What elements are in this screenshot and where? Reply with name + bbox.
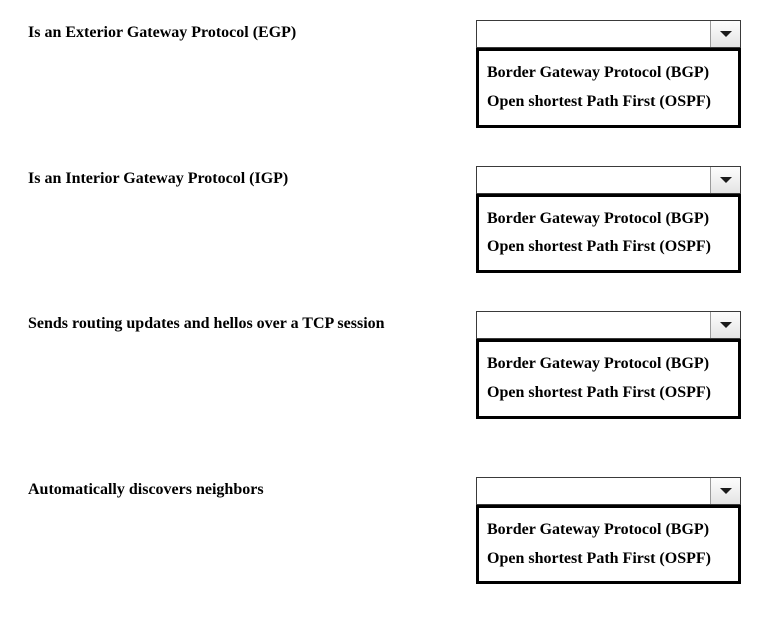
dropdown-button[interactable]	[710, 21, 740, 47]
protocol-select[interactable]	[476, 20, 741, 48]
chevron-down-icon	[719, 487, 733, 495]
question-row: Sends routing updates and hellos over a …	[28, 311, 738, 419]
question-prompt: Sends routing updates and hellos over a …	[28, 311, 476, 333]
option-item[interactable]: Open shortest Path First (OSPF)	[487, 545, 730, 574]
dropdown-button[interactable]	[710, 478, 740, 504]
question-row: Is an Interior Gateway Protocol (IGP) Bo…	[28, 166, 738, 274]
select-value	[477, 21, 710, 47]
options-list: Border Gateway Protocol (BGP) Open short…	[476, 194, 741, 274]
protocol-select[interactable]	[476, 311, 741, 339]
option-item[interactable]: Border Gateway Protocol (BGP)	[487, 205, 730, 234]
option-item[interactable]: Open shortest Path First (OSPF)	[487, 233, 730, 262]
answer-column: Border Gateway Protocol (BGP) Open short…	[476, 20, 741, 128]
option-item[interactable]: Open shortest Path First (OSPF)	[487, 379, 730, 408]
option-item[interactable]: Border Gateway Protocol (BGP)	[487, 516, 730, 545]
question-prompt: Is an Exterior Gateway Protocol (EGP)	[28, 20, 476, 42]
options-list: Border Gateway Protocol (BGP) Open short…	[476, 48, 741, 128]
options-list: Border Gateway Protocol (BGP) Open short…	[476, 505, 741, 585]
question-prompt: Is an Interior Gateway Protocol (IGP)	[28, 166, 476, 188]
question-row: Automatically discovers neighbors Border…	[28, 477, 738, 585]
chevron-down-icon	[719, 176, 733, 184]
dropdown-button[interactable]	[710, 312, 740, 338]
select-value	[477, 167, 710, 193]
answer-column: Border Gateway Protocol (BGP) Open short…	[476, 166, 741, 274]
question-prompt: Automatically discovers neighbors	[28, 477, 476, 499]
option-item[interactable]: Border Gateway Protocol (BGP)	[487, 350, 730, 379]
answer-column: Border Gateway Protocol (BGP) Open short…	[476, 311, 741, 419]
chevron-down-icon	[719, 321, 733, 329]
question-row: Is an Exterior Gateway Protocol (EGP) Bo…	[28, 20, 738, 128]
option-item[interactable]: Open shortest Path First (OSPF)	[487, 88, 730, 117]
select-value	[477, 312, 710, 338]
select-value	[477, 478, 710, 504]
answer-column: Border Gateway Protocol (BGP) Open short…	[476, 477, 741, 585]
protocol-select[interactable]	[476, 166, 741, 194]
option-item[interactable]: Border Gateway Protocol (BGP)	[487, 59, 730, 88]
dropdown-button[interactable]	[710, 167, 740, 193]
chevron-down-icon	[719, 30, 733, 38]
protocol-select[interactable]	[476, 477, 741, 505]
options-list: Border Gateway Protocol (BGP) Open short…	[476, 339, 741, 419]
